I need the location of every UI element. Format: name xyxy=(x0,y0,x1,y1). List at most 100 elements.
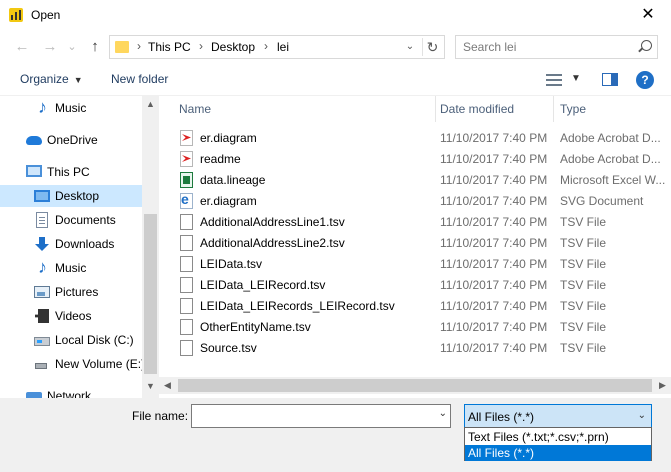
horizontal-scroll-thumb[interactable] xyxy=(178,379,652,392)
file-row[interactable]: er.diagram 11/10/2017 7:40 PM SVG Docume… xyxy=(159,190,671,211)
column-header-type[interactable]: Type xyxy=(554,96,671,122)
view-options-icon[interactable] xyxy=(546,74,562,86)
address-dropdown-icon[interactable]: ⌄ xyxy=(402,39,418,55)
window-title: Open xyxy=(31,8,61,22)
file-row[interactable]: AdditionalAddressLine2.tsv 11/10/2017 7:… xyxy=(159,232,671,253)
file-type-option-text[interactable]: Text Files (*.txt;*.csv;*.prn) xyxy=(465,429,651,445)
svg-file-icon xyxy=(180,191,193,209)
breadcrumb-desktop[interactable]: Desktop xyxy=(211,40,255,54)
address-bar[interactable]: › This PC › Desktop › lei ⌄ ↻ xyxy=(109,35,445,59)
chevron-down-icon[interactable]: ⌄ xyxy=(439,408,447,419)
file-type-select[interactable]: All Files (*.*) ⌄ xyxy=(464,404,652,428)
preview-pane-icon[interactable] xyxy=(602,73,618,86)
up-arrow-icon: ↑ xyxy=(91,38,99,55)
pc-icon xyxy=(26,165,42,177)
scroll-down-icon[interactable]: ▼ xyxy=(142,378,159,395)
downloads-icon xyxy=(34,236,50,252)
sidebar-item-local-disk[interactable]: Local Disk (C:) xyxy=(0,329,142,351)
sidebar-item-label: This PC xyxy=(47,165,90,179)
close-button[interactable]: ✕ xyxy=(625,0,671,30)
view-dropdown-icon[interactable]: ▼ xyxy=(571,73,581,84)
sidebar-item-music[interactable]: Music xyxy=(0,257,142,279)
file-date: 11/10/2017 7:40 PM xyxy=(440,194,548,208)
file-date: 11/10/2017 7:40 PM xyxy=(440,257,548,271)
file-row[interactable]: LEIData_LEIRecords_LEIRecord.tsv 11/10/2… xyxy=(159,295,671,316)
file-row[interactable]: er.diagram 11/10/2017 7:40 PM Adobe Acro… xyxy=(159,127,671,148)
file-name: AdditionalAddressLine1.tsv xyxy=(200,215,345,229)
search-icon[interactable] xyxy=(641,40,652,51)
sidebar-item-onedrive[interactable]: OneDrive xyxy=(0,129,142,151)
pdf-file-icon xyxy=(180,151,193,167)
sidebar-item-label: Local Disk (C:) xyxy=(55,333,134,347)
scroll-up-icon[interactable]: ▲ xyxy=(142,96,159,113)
file-type-option-all[interactable]: All Files (*.*) xyxy=(465,445,651,461)
file-row[interactable]: LEIData_LEIRecord.tsv 11/10/2017 7:40 PM… xyxy=(159,274,671,295)
sidebar-item-network[interactable]: Network xyxy=(0,385,142,398)
file-list-horizontal-scrollbar[interactable]: ◀ ▶ xyxy=(159,377,671,394)
sidebar-item-this-pc[interactable]: This PC xyxy=(0,161,142,183)
column-header-name[interactable]: Name xyxy=(173,96,436,122)
tsv-file-icon xyxy=(180,277,193,293)
excel-file-icon xyxy=(180,172,193,188)
help-icon[interactable]: ? xyxy=(636,71,654,89)
sidebar-item-label: Music xyxy=(55,101,87,115)
new-folder-button[interactable]: New folder xyxy=(111,72,168,86)
up-button[interactable]: ↑ xyxy=(85,38,105,56)
file-type: TSV File xyxy=(560,236,607,250)
file-name-combobox[interactable]: ⌄ xyxy=(191,404,451,428)
sidebar-item-music[interactable]: Music xyxy=(0,97,142,119)
search-box[interactable] xyxy=(455,35,658,59)
recent-locations-button[interactable]: ⌄ xyxy=(62,38,82,56)
sidebar-item-label: New Volume (E:) xyxy=(55,357,142,371)
sidebar-item-label: Documents xyxy=(55,213,116,227)
search-input[interactable] xyxy=(463,37,633,57)
tsv-file-icon xyxy=(180,340,193,356)
address-toolbar: ← → ⌄ ↑ › This PC › Desktop › lei ⌄ ↻ xyxy=(0,30,671,64)
local-disk-icon xyxy=(34,337,50,346)
file-row[interactable]: OtherEntityName.tsv 11/10/2017 7:40 PM T… xyxy=(159,316,671,337)
sidebar-item-pictures[interactable]: Pictures xyxy=(0,281,142,303)
sidebar-item-label: Downloads xyxy=(55,237,115,251)
caret-down-icon: ▼ xyxy=(73,75,83,85)
tsv-file-icon xyxy=(180,235,193,251)
scroll-left-icon[interactable]: ◀ xyxy=(159,377,176,394)
sidebar-item-videos[interactable]: Videos xyxy=(0,305,142,327)
file-name-label: File name: xyxy=(132,409,189,423)
new-folder-label: New folder xyxy=(111,72,169,86)
tsv-file-icon xyxy=(180,298,193,314)
organize-button[interactable]: Organize ▼ xyxy=(20,72,83,86)
refresh-icon[interactable]: ↻ xyxy=(422,38,442,56)
breadcrumb-lei[interactable]: lei xyxy=(277,40,289,54)
back-arrow-icon: ← xyxy=(14,38,30,55)
onedrive-icon xyxy=(26,136,42,145)
file-row[interactable]: Source.tsv 11/10/2017 7:40 PM TSV File xyxy=(159,337,671,358)
file-name: er.diagram xyxy=(200,194,257,208)
sidebar-item-new-volume[interactable]: New Volume (E:) xyxy=(0,353,142,375)
file-name: LEIData_LEIRecord.tsv xyxy=(200,278,326,292)
navigation-pane: Music OneDrive This PC Desktop Documents… xyxy=(0,96,142,398)
file-row[interactable]: readme 11/10/2017 7:40 PM Adobe Acrobat … xyxy=(159,148,671,169)
sidebar-item-label: OneDrive xyxy=(47,133,98,147)
file-type-selected: All Files (*.*) xyxy=(468,410,535,424)
scroll-right-icon[interactable]: ▶ xyxy=(654,377,671,394)
file-row[interactable]: data.lineage 11/10/2017 7:40 PM Microsof… xyxy=(159,169,671,190)
forward-button[interactable]: → xyxy=(40,38,60,56)
back-button[interactable]: ← xyxy=(12,38,32,56)
sidebar-scrollbar[interactable]: ▲ ▼ xyxy=(142,96,159,398)
desktop-icon xyxy=(34,190,50,202)
file-row[interactable]: AdditionalAddressLine1.tsv 11/10/2017 7:… xyxy=(159,211,671,232)
file-row[interactable]: LEIData.tsv 11/10/2017 7:40 PM TSV File xyxy=(159,253,671,274)
sidebar-item-desktop[interactable]: Desktop xyxy=(0,185,142,207)
sidebar-item-documents[interactable]: Documents xyxy=(0,209,142,231)
breadcrumb-this-pc[interactable]: This PC xyxy=(148,40,191,54)
file-name: OtherEntityName.tsv xyxy=(200,320,311,334)
breadcrumb-separator: › xyxy=(264,39,268,53)
file-name-input[interactable] xyxy=(196,406,426,426)
pdf-file-icon xyxy=(180,130,193,146)
chevron-down-icon[interactable]: ⌄ xyxy=(638,410,646,421)
sidebar-scroll-thumb[interactable] xyxy=(144,214,157,374)
sidebar-item-downloads[interactable]: Downloads xyxy=(0,233,142,255)
file-date: 11/10/2017 7:40 PM xyxy=(440,173,548,187)
column-header-date[interactable]: Date modified xyxy=(434,96,554,122)
file-list: ⌃ Name Date modified Type er.diagram 11/… xyxy=(159,96,671,398)
